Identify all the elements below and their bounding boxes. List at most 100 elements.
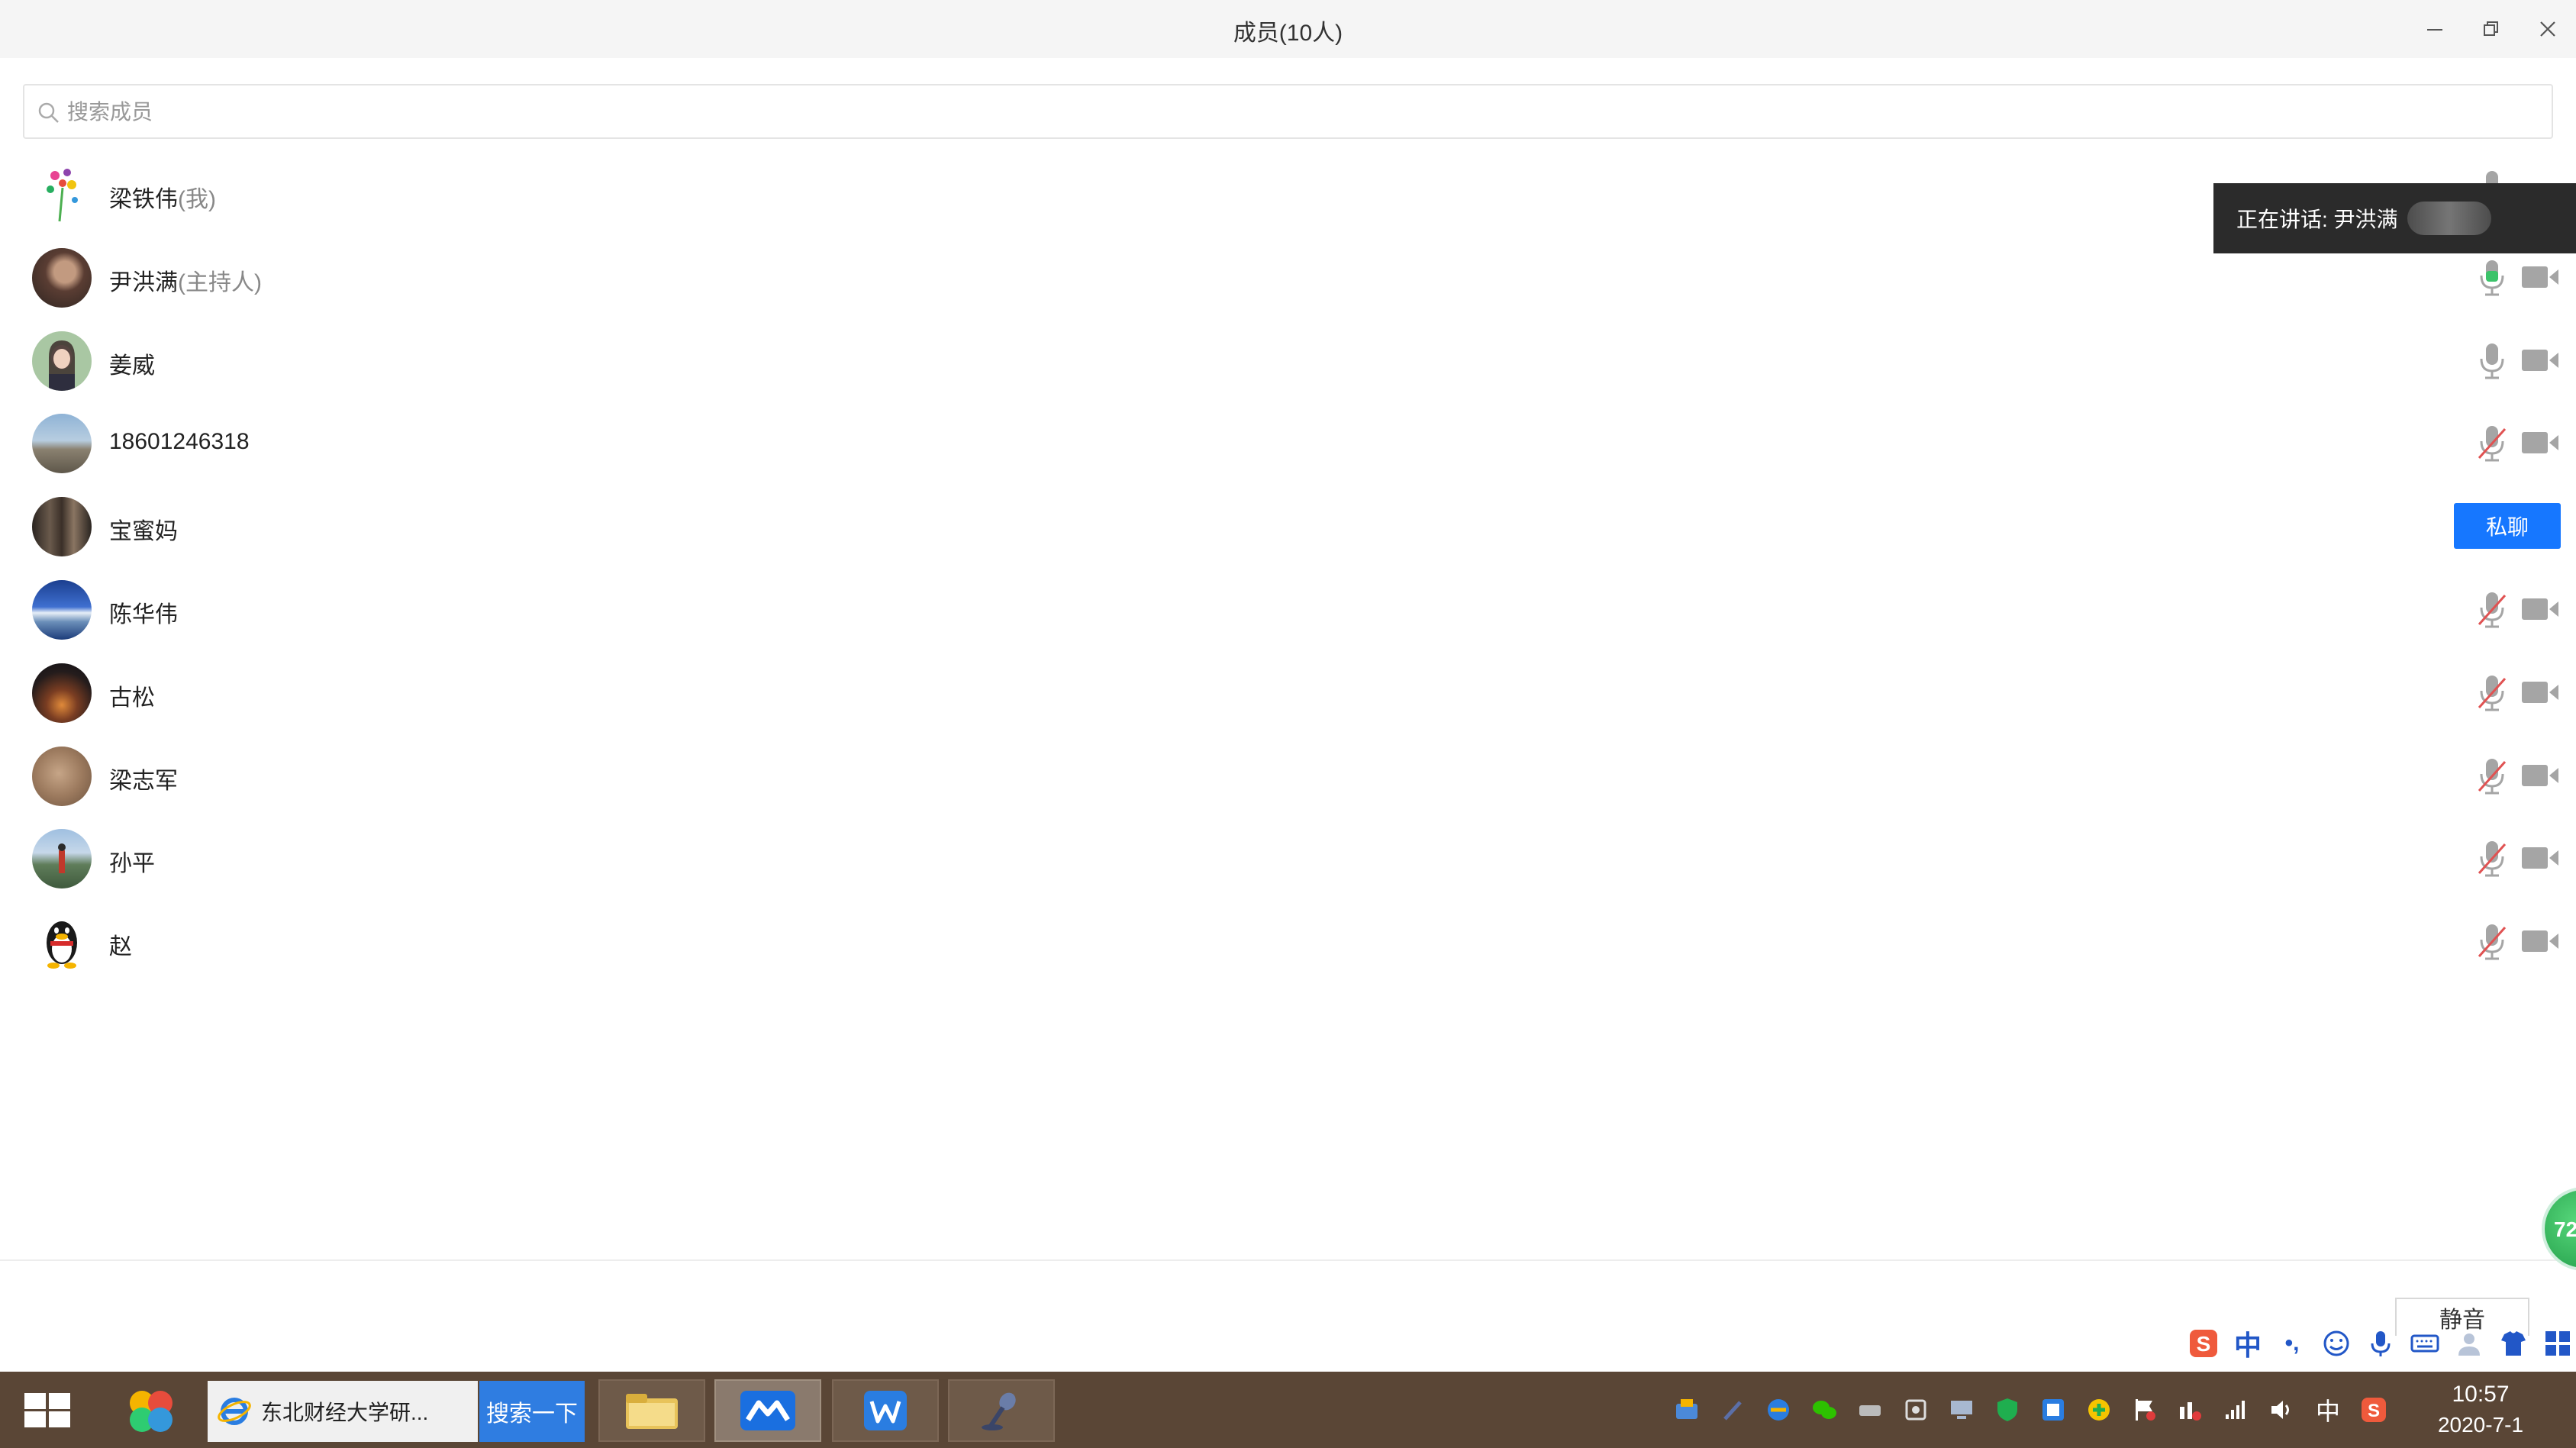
taskbar: 东北财经大学研... 搜索一下 中 S 10:57 2020-7-1 [0, 1372, 2576, 1448]
windows-start-icon[interactable] [17, 1387, 78, 1433]
ime-toolbar: S 中 •, [2184, 1321, 2576, 1366]
microphone-muted-icon[interactable] [2474, 591, 2510, 629]
camera-icon[interactable] [2520, 844, 2560, 872]
close-button[interactable] [2528, 11, 2568, 47]
member-name: 梁志军 [109, 768, 178, 794]
microphone-app-button[interactable] [948, 1379, 1055, 1442]
emoji-icon[interactable] [2317, 1324, 2355, 1363]
taskbar-search-button[interactable]: 搜索一下 [479, 1381, 585, 1442]
network-share-icon[interactable] [1672, 1395, 1702, 1425]
microphone-active-icon[interactable] [2474, 259, 2510, 297]
device-icon[interactable] [1855, 1395, 1885, 1425]
microphone-muted-icon[interactable] [2474, 674, 2510, 712]
avatar [32, 663, 92, 723]
camera-icon[interactable] [2520, 762, 2560, 789]
punct-label: •, [2284, 1330, 2300, 1356]
pen-icon[interactable] [1717, 1395, 1748, 1425]
svg-text:S: S [2368, 1401, 2380, 1421]
search-input[interactable] [67, 92, 2510, 133]
ime-punct[interactable]: •, [2273, 1324, 2311, 1363]
network-disconnected-icon[interactable] [2175, 1395, 2206, 1425]
ime-mode[interactable]: 中 [2229, 1324, 2267, 1363]
microphone-muted-icon[interactable] [2474, 424, 2510, 463]
microphone-icon[interactable] [2474, 342, 2510, 380]
file-explorer-button[interactable] [598, 1379, 705, 1442]
wps-button[interactable] [832, 1379, 939, 1442]
speaking-label: 正在讲话: 尹洪满 [2236, 208, 2398, 231]
voice-input-icon[interactable] [2362, 1324, 2400, 1363]
close-icon [2540, 21, 2555, 37]
minimize-button[interactable] [2415, 11, 2455, 47]
avatar [32, 829, 92, 889]
input-language-indicator[interactable]: 中 [2313, 1395, 2343, 1425]
monitor-icon[interactable] [1946, 1395, 1977, 1425]
user-icon[interactable] [2450, 1324, 2488, 1363]
plus-badge-icon[interactable] [2084, 1395, 2114, 1425]
ie-browser-icon [218, 1398, 251, 1425]
app-tray-icon[interactable] [2038, 1395, 2068, 1425]
camera-tray-icon[interactable] [1901, 1395, 1931, 1425]
camera-icon[interactable] [2520, 595, 2560, 623]
member-row[interactable]: 尹洪满(主持人) [0, 236, 2576, 319]
avatar [32, 579, 92, 640]
meeting-app-button[interactable] [714, 1379, 821, 1442]
app-launcher-button[interactable] [114, 1379, 188, 1442]
microphone-app-icon [982, 1392, 1016, 1430]
member-row[interactable]: 梁铁伟(我) [0, 153, 2576, 236]
avatar [32, 746, 92, 806]
member-name: 宝蜜妈 [109, 519, 178, 545]
toolbox-icon[interactable] [2539, 1324, 2576, 1363]
member-row[interactable]: 姜威 [0, 319, 2576, 402]
flag-icon[interactable] [2129, 1395, 2160, 1425]
microphone-muted-icon[interactable] [2474, 923, 2510, 961]
wechat-icon[interactable] [1809, 1395, 1839, 1425]
skin-icon[interactable] [2494, 1324, 2532, 1363]
sogou-logo-icon[interactable]: S [2184, 1324, 2223, 1363]
clock-date: 2020-7-1 [2437, 1413, 2524, 1437]
speaker-avatar-blur [2407, 202, 2491, 235]
keyboard-icon[interactable] [2406, 1324, 2444, 1363]
restore-button[interactable] [2471, 11, 2511, 47]
avatar [32, 331, 92, 391]
sogou-tray-icon[interactable]: S [2358, 1395, 2389, 1425]
private-chat-button[interactable]: 私聊 [2454, 503, 2561, 550]
member-row[interactable]: 宝蜜妈 私聊 [0, 485, 2576, 568]
security-shield-icon[interactable] [1992, 1395, 2023, 1425]
microphone-muted-icon[interactable] [2474, 757, 2510, 795]
camera-icon[interactable] [2520, 263, 2560, 291]
member-row[interactable]: 赵 [0, 900, 2576, 983]
member-row[interactable]: 孙平 [0, 817, 2576, 900]
svg-text:S: S [2197, 1332, 2211, 1356]
wps-icon [864, 1391, 907, 1430]
member-name: 陈华伟 [109, 601, 178, 627]
browser-taskbar-item[interactable]: 东北财经大学研... [208, 1381, 478, 1442]
search-icon [38, 102, 59, 123]
member-name: 姜威 [109, 353, 155, 379]
floating-badge[interactable]: 72 [2542, 1187, 2576, 1271]
system-tray: 中 S [1672, 1385, 2389, 1434]
colorful-logo-icon [130, 1391, 172, 1432]
signal-icon[interactable] [2221, 1395, 2252, 1425]
title-bar: 成员(10人) [0, 0, 2576, 58]
camera-icon[interactable] [2520, 429, 2560, 456]
bottom-divider [0, 1259, 2576, 1261]
restore-icon [2484, 21, 2498, 36]
volume-icon[interactable] [2267, 1395, 2297, 1425]
taskbar-clock[interactable]: 10:57 2020-7-1 [2423, 1379, 2538, 1440]
member-search[interactable] [23, 84, 2553, 139]
speaking-indicator: 正在讲话: 尹洪满 [2213, 183, 2576, 253]
camera-icon[interactable] [2520, 679, 2560, 706]
clock-time: 10:57 [2452, 1382, 2510, 1407]
microphone-muted-icon[interactable] [2474, 840, 2510, 878]
avatar [32, 414, 92, 474]
meeting-app-icon [740, 1391, 795, 1430]
member-row[interactable]: 18601246318 [0, 402, 2576, 485]
member-row[interactable]: 梁志军 [0, 734, 2576, 818]
member-row[interactable]: 陈华伟 [0, 568, 2576, 651]
member-row[interactable]: 古松 [0, 651, 2576, 734]
window-title: 成员(10人) [1233, 21, 1343, 46]
browser-tray-icon[interactable] [1763, 1395, 1794, 1425]
member-name: 梁铁伟(我) [109, 187, 216, 212]
camera-icon[interactable] [2520, 927, 2560, 955]
camera-icon[interactable] [2520, 347, 2560, 374]
